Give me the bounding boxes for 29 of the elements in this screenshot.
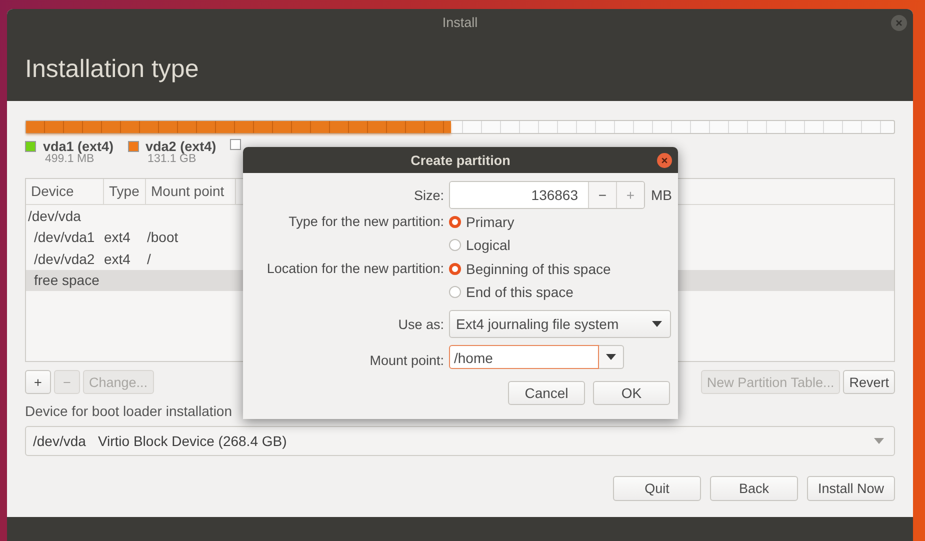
device-cell: /dev/vda2 [34, 250, 95, 267]
dropdown-value: Ext4 journaling file system [456, 316, 619, 332]
type-cell: ext4 [104, 250, 130, 267]
dialog-title: Create partition [410, 152, 510, 168]
mount-point-cell: /boot [147, 229, 178, 246]
legend-name: vda2 (ext4) [146, 139, 216, 154]
radio-label: Logical [466, 237, 510, 254]
legend-size: 131.1 GB [146, 153, 196, 165]
device-path: /dev/vda [33, 433, 86, 449]
field-label: Location for the new partition: [266, 261, 444, 276]
radio-label: Beginning of this space [466, 260, 611, 277]
radio-label: Primary [466, 214, 514, 230]
legend-size: 499.1 MB [44, 153, 94, 165]
field-label: Size: [412, 188, 444, 203]
legend-name: vda1 (ext4) [43, 139, 114, 154]
size-value: 136863 [450, 182, 588, 208]
field-label: Use as: [397, 317, 444, 332]
type-cell: ext4 [104, 229, 130, 246]
field-label: Type for the new partition: [288, 214, 444, 230]
device-cell: /dev/vda1 [34, 229, 95, 246]
field-label: Mount point: [368, 352, 444, 368]
radio-label: End of this space [466, 284, 574, 300]
boot-loader-label: Device for boot loader installation [25, 403, 234, 419]
mount-point-cell: / [147, 250, 151, 267]
device-cell: free space [34, 272, 100, 288]
unit-label: MB [651, 187, 672, 203]
device-description: Virtio Block Device (268.4 GB) [98, 433, 288, 449]
window-title: Install [442, 15, 478, 30]
page-heading: Installation type [25, 55, 199, 84]
